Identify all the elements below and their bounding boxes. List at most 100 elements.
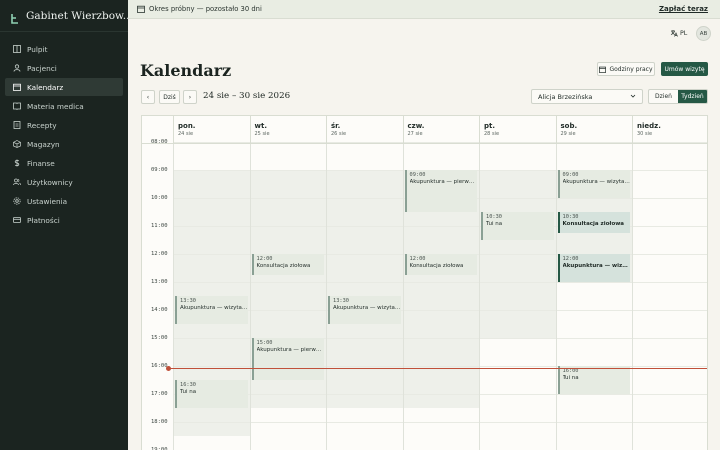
box-icon [13, 140, 21, 148]
sidebar-item-recepty[interactable]: Recepty [5, 116, 123, 134]
day-header[interactable]: sob. 29 sie [555, 116, 633, 143]
event-title: Akupunktura — pierwsza wizyta [256, 347, 325, 353]
day-date: 25 sie [254, 131, 270, 137]
view-day-button[interactable]: Dzień [649, 90, 678, 103]
appointment-event[interactable]: 10:30 Tui na [481, 212, 554, 240]
sidebar-item-label: Kalendarz [27, 82, 64, 92]
practitioner-select[interactable]: Alicja Brzezińska [531, 89, 643, 104]
appointment-event[interactable]: 13:30Akupunktura — wizyta kontrolna [175, 296, 248, 324]
day-header[interactable]: niedz. 30 sie [632, 116, 707, 143]
team-icon [13, 178, 21, 186]
event-title: Akupunktura — wizyta kontrolna [333, 305, 401, 311]
appointment-event[interactable]: 09:00Akupunktura — pierwsza wizyta [404, 170, 478, 212]
day-separator [555, 116, 557, 450]
translate-icon [670, 30, 678, 37]
prev-week-button[interactable]: ‹ [141, 90, 155, 104]
day-header[interactable]: pt. 28 sie [479, 116, 556, 143]
event-title: Konsultacja ziołowa [256, 263, 311, 269]
day-date: 30 sie [637, 131, 653, 137]
appointment-event[interactable]: 16:30 Tui na [175, 380, 248, 408]
pay-now-link[interactable]: Zapłać teraz [659, 5, 708, 13]
day-header[interactable]: śr. 26 sie [326, 116, 403, 143]
sidebar-item-kalendarz[interactable]: Kalendarz [5, 78, 123, 96]
event-title: Tui na [562, 375, 579, 381]
practitioner-value: Alicja Brzezińska [538, 92, 593, 101]
current-time-dot [166, 366, 171, 372]
event-time: 09:00 [562, 172, 579, 178]
dollar-icon [13, 159, 21, 167]
settings-icon [13, 197, 21, 205]
hour-label: 18:00 [151, 419, 168, 425]
sidebar-item-label: Pacjenci [27, 63, 57, 73]
event-title: Akupunktura — wizyta kontrolna [180, 305, 248, 311]
sidebar-item-magazyn[interactable]: Magazyn [5, 135, 123, 153]
calendar-icon [599, 66, 607, 73]
appointment-event[interactable]: 15:00Akupunktura — pierwsza wizyta [251, 338, 325, 380]
next-week-button[interactable]: › [183, 90, 197, 104]
event-title: Akupunktura — pierwsza wizyta [409, 179, 478, 185]
sidebar-item-użytkownicy[interactable]: Użytkownicy [5, 173, 123, 191]
add-appointment-button[interactable]: Umów wizytę [661, 62, 708, 76]
calendar-icon [137, 5, 145, 13]
appointment-event[interactable]: 10:30 Konsultacja ziołowa [557, 212, 630, 233]
hour-line [173, 394, 707, 395]
appointment-event[interactable]: 12:00 Konsultacja ziołowa [251, 254, 324, 275]
appointment-event[interactable]: 09:00Akupunktura — wizyta kontrolna [557, 170, 630, 198]
appointment-event[interactable]: 12:00Akupunktura — wizyta kontrolna [557, 254, 631, 282]
sidebar-nav: Pulpit Pacjenci Kalendarz Materia medica Rec… [5, 40, 123, 230]
event-time: 13:30 [180, 298, 196, 304]
date-range: 24 sie – 30 sie 2026 [203, 91, 291, 101]
sidebar-item-pulpit[interactable]: Pulpit [5, 40, 123, 58]
hour-label: 12:00 [151, 251, 168, 257]
day-separator [632, 116, 633, 450]
hour-label: 13:00 [151, 279, 168, 285]
day-separator [173, 116, 174, 450]
dashboard-icon [13, 45, 21, 53]
day-separator [479, 116, 480, 450]
sidebar: Gabinet Wierzbow... Pulpit Pacjenci Kalend… [0, 0, 128, 450]
appointment-event[interactable]: 16:00 Tui na [557, 366, 630, 394]
sidebar-item-label: Magazyn [27, 139, 60, 149]
sidebar-item-label: Ustawienia [27, 196, 68, 206]
day-header[interactable]: pon. 24 sie [173, 116, 250, 143]
hour-label: 10:00 [151, 195, 168, 201]
card-icon [13, 216, 21, 224]
sidebar-item-ustawienia[interactable]: Ustawienia [5, 192, 123, 210]
event-title: Akupunktura — wizyta kontrolna [562, 263, 631, 269]
sidebar-item-finanse[interactable]: Finanse [5, 154, 123, 172]
hour-label: 14:00 [151, 307, 168, 313]
sidebar-item-label: Recepty [27, 120, 57, 130]
avatar[interactable]: AB [696, 26, 711, 41]
hour-line [173, 310, 707, 311]
hour-label: 09:00 [151, 167, 168, 173]
appointment-event[interactable]: 12:00 Konsultacja ziołowa [404, 254, 477, 275]
event-time: 16:30 [180, 382, 196, 388]
today-button[interactable]: Dziś [159, 90, 180, 104]
language-label: PL [680, 29, 688, 37]
event-title: Tui na [180, 389, 197, 395]
sidebar-item-pacjenci[interactable]: Pacjenci [5, 59, 123, 77]
chevron-down-icon [630, 94, 636, 98]
sidebar-item-label: Użytkownicy [27, 177, 73, 187]
view-week-button[interactable]: Tydzień [678, 90, 707, 103]
sidebar-item-płatności[interactable]: Płatności [5, 211, 123, 229]
current-time-line [169, 368, 707, 370]
trial-banner: Okres próbny — pozostało 30 dni Zapłać t… [128, 0, 720, 19]
users-icon [13, 64, 21, 72]
day-separator [326, 116, 327, 450]
day-date: 29 sie [560, 131, 576, 137]
day-header[interactable]: wt. 25 sie [249, 116, 327, 143]
event-time: 15:00 [256, 340, 273, 346]
day-name: czw. [407, 122, 425, 130]
language-switcher[interactable]: PL [670, 29, 687, 37]
day-name: niedz. [637, 122, 661, 130]
working-hours-button[interactable]: Godziny pracy [597, 62, 655, 76]
logo-icon [10, 10, 20, 24]
brand[interactable]: Gabinet Wierzbow... [0, 0, 128, 32]
day-header[interactable]: czw. 27 sie [402, 116, 480, 143]
week-calendar: 08:00 09:00 10:00 11:00 12:00 13:00 14:00 15:00… [141, 115, 708, 450]
appointment-event[interactable]: 13:30Akupunktura — wizyta kontrolna [328, 296, 401, 324]
hour-label: 17:00 [151, 391, 168, 397]
day-date: 27 sie [407, 131, 423, 137]
sidebar-item-materia-medica[interactable]: Materia medica [5, 97, 123, 115]
